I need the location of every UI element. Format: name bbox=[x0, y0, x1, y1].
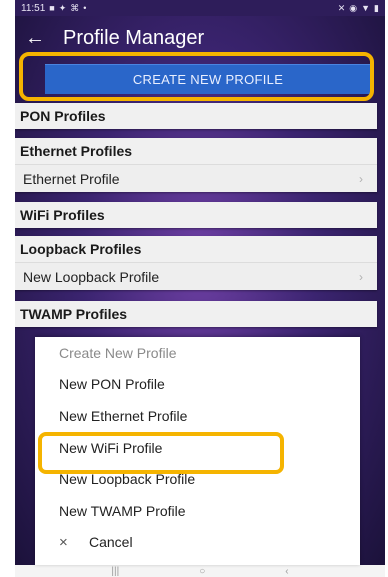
recent-apps-icon[interactable]: ||| bbox=[111, 566, 119, 577]
loopback-profile-item[interactable]: New Loopback Profile › bbox=[15, 262, 377, 290]
page-title: Profile Manager bbox=[63, 26, 205, 49]
sheet-option-new-pon-profile[interactable]: New PON Profile bbox=[35, 369, 360, 401]
chevron-right-icon: › bbox=[359, 269, 363, 284]
cancel-label: Cancel bbox=[89, 534, 133, 551]
wifi-profiles-header[interactable]: WiFi Profiles bbox=[15, 202, 377, 228]
notification-icon: ✦ bbox=[58, 2, 67, 13]
system-nav-bar: ||| ○ ‹ bbox=[15, 565, 385, 577]
create-profile-sheet: Create New Profile New PON Profile New E… bbox=[35, 337, 360, 565]
sheet-option-new-twamp-profile[interactable]: New TWAMP Profile bbox=[35, 495, 360, 527]
sheet-option-new-wifi-profile[interactable]: New WiFi Profile bbox=[35, 432, 360, 464]
create-new-profile-label: CREATE NEW PROFILE bbox=[132, 72, 284, 87]
create-new-profile-button[interactable]: CREATE NEW PROFILE bbox=[45, 64, 371, 94]
mute-icon: ✕ bbox=[337, 2, 346, 13]
loopback-profiles-card: Loopback Profiles New Loopback Profile › bbox=[15, 236, 377, 290]
back-nav-icon[interactable]: ‹ bbox=[285, 566, 288, 577]
sheet-option-new-ethernet-profile[interactable]: New Ethernet Profile bbox=[35, 400, 360, 432]
loopback-profiles-header[interactable]: Loopback Profiles bbox=[15, 236, 377, 262]
wifi-icon: ▼ bbox=[361, 3, 371, 13]
back-arrow-icon[interactable]: ← bbox=[15, 27, 55, 50]
status-bar: 11:51 ■ ✦ ⌘ • ✕ ◉ ▼ ▮ bbox=[15, 0, 385, 16]
close-icon: × bbox=[59, 533, 68, 551]
ethernet-profile-label: Ethernet Profile bbox=[23, 170, 120, 187]
battery-icon: ▮ bbox=[374, 2, 379, 13]
device: 11:51 ■ ✦ ⌘ • ✕ ◉ ▼ ▮ ← Profile Manager … bbox=[0, 0, 388, 577]
chevron-right-icon: › bbox=[359, 171, 363, 186]
notification-icon: ■ bbox=[49, 3, 55, 13]
pon-profiles-header[interactable]: PON Profiles bbox=[15, 103, 377, 129]
ethernet-profile-item[interactable]: Ethernet Profile › bbox=[15, 164, 377, 192]
status-left: 11:51 ■ ✦ ⌘ • bbox=[21, 3, 86, 14]
wifi-profiles-card: WiFi Profiles bbox=[15, 202, 377, 228]
loopback-profile-label: New Loopback Profile bbox=[23, 268, 160, 285]
ethernet-profiles-header[interactable]: Ethernet Profiles bbox=[15, 138, 377, 164]
app-bar: ← Profile Manager bbox=[15, 16, 385, 60]
notification-icon: • bbox=[83, 3, 87, 13]
notification-icon: ⌘ bbox=[70, 2, 80, 13]
sheet-title: Create New Profile bbox=[59, 344, 177, 361]
twamp-profiles-header[interactable]: TWAMP Profiles bbox=[15, 301, 377, 327]
status-time: 11:51 bbox=[21, 2, 46, 14]
twamp-profiles-card: TWAMP Profiles bbox=[15, 301, 377, 327]
location-icon: ◉ bbox=[349, 2, 358, 13]
sheet-option-new-loopback-profile[interactable]: New Loopback Profile bbox=[35, 463, 360, 495]
sheet-cancel-button[interactable]: × Cancel bbox=[35, 527, 360, 559]
pon-profiles-card: PON Profiles bbox=[15, 103, 377, 129]
status-right: ✕ ◉ ▼ ▮ bbox=[338, 3, 379, 14]
home-icon[interactable]: ○ bbox=[199, 566, 205, 577]
ethernet-profiles-card: Ethernet Profiles Ethernet Profile › bbox=[15, 138, 377, 192]
